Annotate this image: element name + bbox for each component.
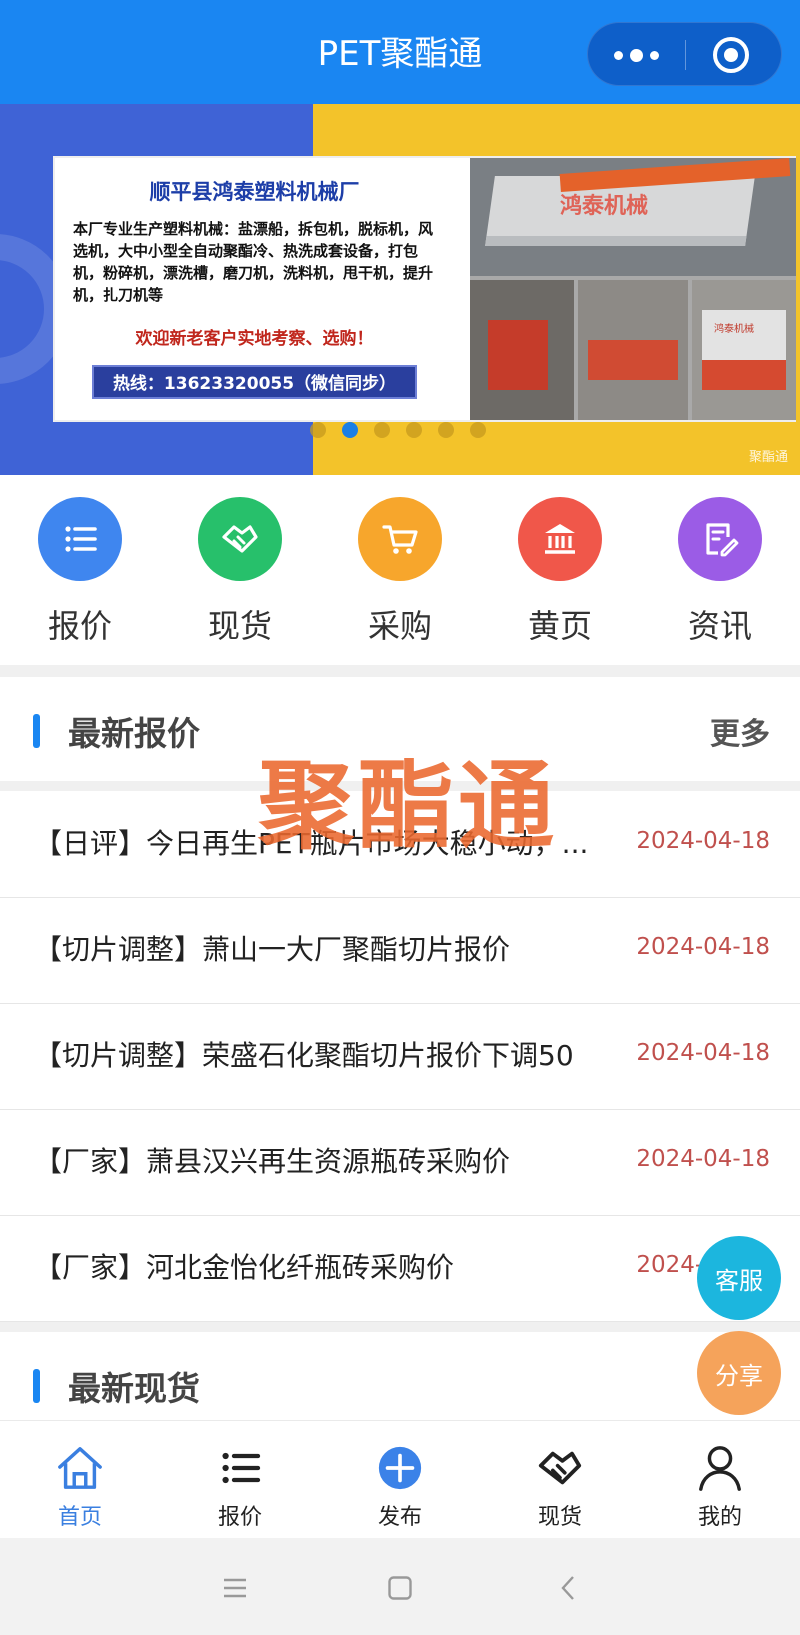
system-nav-bar: [0, 1538, 800, 1635]
machine-photo: 鸿泰机械: [692, 280, 796, 420]
more-dot-icon: [613, 50, 623, 60]
quote-title: 【日评】今日再生PET瓶片市场大稳小动，...: [34, 827, 589, 860]
nav-item-cart[interactable]: 采购: [320, 475, 480, 665]
nav-label: 黄页: [527, 607, 592, 645]
handshake-icon: [198, 497, 282, 581]
capsule-divider: [685, 40, 686, 70]
nav-item-edit-note[interactable]: 资讯: [640, 475, 800, 665]
tab-label: 发布: [377, 1505, 422, 1530]
banner-corner-mark: 聚酯通: [748, 450, 788, 465]
edit-note-icon: [678, 497, 762, 581]
section-accent-bar: [33, 1369, 40, 1403]
list-icon: [213, 1443, 267, 1493]
banner-carousel[interactable]: 顺平县鸿泰塑料机械厂 本厂专业生产塑料机械：盐漂船，拆包机，脱标机，风选机，大中…: [0, 104, 800, 475]
plus-circle-icon: [373, 1443, 427, 1493]
tab-list[interactable]: 报价: [160, 1421, 320, 1538]
carousel-dot[interactable]: [438, 422, 454, 438]
carousel-dot[interactable]: [470, 422, 486, 438]
quote-date: 2024-04-18: [636, 934, 770, 960]
ad-company-name: 顺平县鸿泰塑料机械厂: [149, 180, 360, 204]
more-dot-icon: [649, 50, 659, 60]
home-icon: [53, 1443, 107, 1493]
quote-title: 【厂家】萧县汉兴再生资源瓶砖采购价: [34, 1145, 511, 1178]
cart-icon: [358, 497, 442, 581]
nav-label: 资讯: [687, 607, 752, 645]
machine-photo: [578, 280, 688, 420]
bottom-tab-bar: 首页 报价 发布 现货 我的: [0, 1420, 800, 1538]
section-divider: [0, 781, 800, 791]
nav-item-handshake[interactable]: 现货: [160, 475, 320, 665]
more-menu-button[interactable]: [588, 23, 684, 87]
bank-icon: [518, 497, 602, 581]
list-icon: [38, 497, 122, 581]
carousel-dot[interactable]: [406, 422, 422, 438]
photo-brand-text: 鸿泰机械: [560, 194, 649, 219]
nav-label: 报价: [47, 607, 112, 645]
close-target-icon[interactable]: [713, 37, 749, 73]
more-link[interactable]: 更多: [710, 709, 770, 753]
tab-label: 现货: [537, 1505, 582, 1530]
quote-date: 2024-04-18: [636, 1040, 770, 1066]
ad-machine-photos: 鸿泰机械 鸿泰机械: [470, 158, 796, 420]
tab-label: 首页: [57, 1505, 102, 1530]
section-title: 最新报价: [68, 714, 200, 753]
section-latest-quotes: 最新报价 更多: [0, 677, 800, 781]
machine-photo: [470, 280, 574, 420]
quote-row[interactable]: 【厂家】萧县汉兴再生资源瓶砖采购价 2024-04-18: [0, 1110, 800, 1216]
quote-date: 2024-04-18: [636, 828, 770, 854]
more-dot-icon: [629, 48, 643, 62]
quote-row[interactable]: 【切片调整】萧山一大厂聚酯切片报价 2024-04-18: [0, 898, 800, 1004]
quote-title: 【切片调整】荣盛石化聚酯切片报价下调50: [34, 1039, 574, 1072]
nav-item-bank[interactable]: 黄页: [480, 475, 640, 665]
nav-item-list[interactable]: 报价: [0, 475, 160, 665]
customer-service-button[interactable]: 客服: [697, 1236, 781, 1320]
quote-row[interactable]: 【日评】今日再生PET瓶片市场大稳小动，... 2024-04-18: [0, 792, 800, 898]
quote-date: 2024-04-18: [636, 1146, 770, 1172]
quote-list: 【日评】今日再生PET瓶片市场大稳小动，... 2024-04-18 【切片调整】萧…: [0, 792, 800, 1322]
quote-title: 【厂家】河北金怡化纤瓶砖采购价: [34, 1251, 455, 1284]
section-divider: [0, 1322, 800, 1332]
ad-hotline: 热线：13623320055（微信同步）: [92, 365, 417, 399]
ad-invite: 欢迎新老客户实地考察、选购！: [135, 329, 374, 349]
share-button[interactable]: 分享: [697, 1331, 781, 1415]
category-nav: 报价 现货 采购 黄页 资讯: [0, 475, 800, 665]
tab-home[interactable]: 首页: [0, 1421, 160, 1538]
tab-label: 报价: [217, 1505, 262, 1530]
app-header: PET聚酯通: [0, 0, 800, 104]
carousel-indicators: [310, 422, 486, 438]
nav-label: 采购: [367, 607, 432, 645]
nav-label: 现货: [207, 607, 272, 645]
quote-row[interactable]: 【厂家】河北金怡化纤瓶砖采购价2024-04-18: [0, 1216, 800, 1322]
section-title: 最新现货: [68, 1369, 200, 1408]
tab-plus-circle[interactable]: 发布: [320, 1421, 480, 1538]
user-icon: [693, 1443, 747, 1493]
menu-icon[interactable]: [215, 1568, 255, 1608]
carousel-dot[interactable]: [342, 422, 358, 438]
tab-label: 我的: [697, 1505, 742, 1530]
quote-title: 【切片调整】萧山一大厂聚酯切片报价: [34, 933, 511, 966]
ad-description: 本厂专业生产塑料机械：盐漂船，拆包机，脱标机，风选机，大中小型全自动聚酯冷、热洗…: [73, 220, 434, 304]
section-accent-bar: [33, 714, 40, 748]
tab-user[interactable]: 我的: [640, 1421, 800, 1538]
handshake-icon: [533, 1443, 587, 1493]
banner-ad-card[interactable]: 顺平县鸿泰塑料机械厂 本厂专业生产塑料机械：盐漂船，拆包机，脱标机，风选机，大中…: [53, 156, 796, 422]
home-square-icon[interactable]: [380, 1568, 420, 1608]
section-divider: [0, 665, 800, 677]
back-chevron-icon[interactable]: [548, 1568, 588, 1608]
mini-program-capsule: [587, 22, 782, 86]
photo-small-label: 鸿泰机械: [714, 324, 754, 335]
carousel-dot[interactable]: [310, 422, 326, 438]
ad-text-block: 顺平县鸿泰塑料机械厂 本厂专业生产塑料机械：盐漂船，拆包机，脱标机，风选机，大中…: [55, 158, 450, 424]
machine-photo: 鸿泰机械: [470, 158, 796, 276]
tab-handshake[interactable]: 现货: [480, 1421, 640, 1538]
carousel-dot[interactable]: [374, 422, 390, 438]
quote-row[interactable]: 【切片调整】荣盛石化聚酯切片报价下调50 2024-04-18: [0, 1004, 800, 1110]
